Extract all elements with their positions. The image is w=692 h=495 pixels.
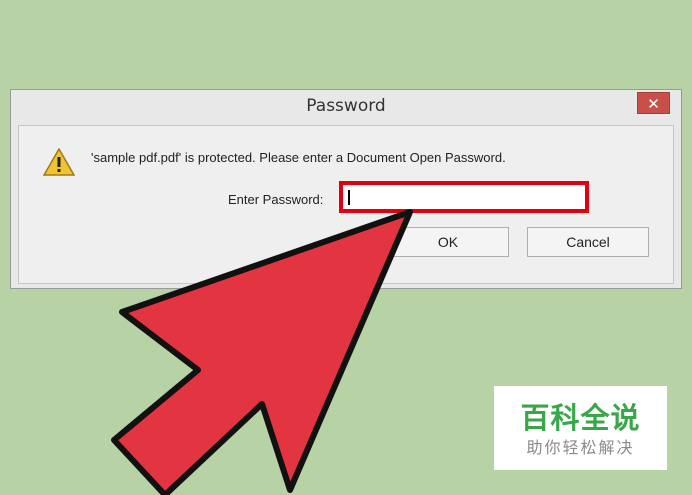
watermark-title: 百科全说 [520, 401, 641, 435]
ok-button[interactable]: OK [387, 227, 509, 257]
watermark-subtitle: 助你轻松解决 [526, 438, 635, 457]
dialog-title: Password [306, 96, 386, 116]
password-input[interactable] [339, 181, 589, 213]
password-label: Enter Password: [228, 192, 324, 207]
text-caret [348, 190, 350, 205]
watermark-logo: 百科全说 助你轻松解决 [494, 386, 667, 470]
warning-icon [43, 148, 75, 176]
cancel-button[interactable]: Cancel [527, 227, 649, 257]
password-dialog: Password ✕ 'sample pdf.pdf' is protected… [10, 89, 682, 289]
protected-message: 'sample pdf.pdf' is protected. Please en… [91, 150, 506, 165]
dialog-body: 'sample pdf.pdf' is protected. Please en… [18, 125, 674, 284]
close-button[interactable]: ✕ [637, 92, 670, 114]
